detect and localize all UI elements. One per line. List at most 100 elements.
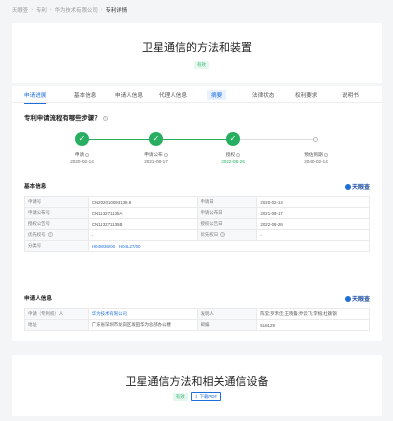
status-badge: 有效 bbox=[194, 61, 209, 69]
brand-text: 天眼查 bbox=[351, 185, 370, 191]
field-value: 2020-02-14 bbox=[256, 196, 370, 208]
step-pending-icon bbox=[313, 136, 318, 142]
tab-claims[interactable]: 权利要求 bbox=[295, 91, 317, 99]
tianyancha-logo-icon bbox=[344, 296, 351, 303]
applicant-link[interactable]: 华为技术有限公司 bbox=[87, 308, 198, 320]
related-patent-title[interactable]: 卫星通信方法和相关通信设备 bbox=[12, 373, 382, 389]
table-row: 地址 广东省深圳市龙岗区坂田华为总部办公楼 邮编 518129 bbox=[24, 319, 370, 331]
step-label: 授权 bbox=[225, 152, 236, 157]
timeline-step: 申请 2020-02-14 bbox=[52, 151, 112, 165]
field-value: - bbox=[256, 229, 370, 241]
basic-info-table: 申请号 CN202010093138.6 申请日 2020-02-14 申请公布… bbox=[24, 196, 371, 252]
progress-question-text: 专利申请流程有哪些步骤？ bbox=[24, 115, 101, 122]
help-icon[interactable]: ? bbox=[47, 232, 53, 238]
info-icon[interactable] bbox=[323, 152, 328, 157]
classification-link[interactable]: H04L27/00 bbox=[119, 244, 140, 249]
field-label: 申请日 bbox=[196, 196, 258, 208]
field-label: 优先权日? bbox=[196, 229, 258, 241]
field-value: 518129 bbox=[256, 319, 370, 331]
timeline-pending-line bbox=[240, 139, 315, 140]
breadcrumb-separator: › bbox=[49, 7, 52, 13]
divider bbox=[12, 416, 382, 421]
table-row: 申请公布号 CN113271135A 申请公布日 2021-08-17 bbox=[24, 207, 370, 219]
progress-question: 专利申请流程有哪些步骤？? bbox=[24, 113, 108, 122]
step-date: 2022-08-26 bbox=[221, 159, 245, 164]
tab-applicant[interactable]: 申请人信息 bbox=[115, 91, 143, 99]
breadcrumb-current: 专利详情 bbox=[105, 8, 128, 14]
applicant-info-table: 申请（专利权）人 华为技术有限公司 发明人 陈莹;罗禾佳;王晓鲁;乔云飞;李榕;… bbox=[24, 308, 370, 331]
table-row: 分类号 H04W36/00 H04L27/00 bbox=[24, 240, 371, 252]
field-label-text: 优先权日 bbox=[200, 232, 219, 237]
step-done-check-icon: ✓ bbox=[226, 132, 240, 146]
field-value: 2021-08-17 bbox=[256, 207, 370, 219]
field-value: 2022-08-26 bbox=[256, 218, 370, 230]
download-pdf-button[interactable]: ⇩ 下载PDF bbox=[190, 392, 222, 401]
field-label: 分类号 bbox=[24, 240, 89, 252]
info-icon[interactable] bbox=[236, 152, 241, 157]
field-label: 申请号 bbox=[24, 196, 89, 208]
status-badge: 有效 bbox=[172, 392, 188, 401]
tab-legal-status[interactable]: 法律状态 bbox=[252, 91, 274, 99]
patent-detail-panel: 申请进展 基本信息 申请人信息 代理人信息 摘要 法律状态 权利要求 说明书 专… bbox=[12, 86, 382, 341]
timeline-step: 授权 2022-08-26 bbox=[203, 151, 263, 165]
tianyancha-logo: 天眼查 bbox=[344, 182, 370, 191]
step-date: 2040-02-14 bbox=[304, 159, 328, 164]
field-label: 优先权号? bbox=[24, 229, 89, 241]
tab-agent[interactable]: 代理人信息 bbox=[159, 91, 187, 99]
step-label: 预估到期 bbox=[304, 152, 323, 157]
classification-values: H04W36/00 H04L27/00 bbox=[87, 240, 371, 252]
step-date: 2020-02-14 bbox=[70, 159, 94, 164]
field-label: 授权公告日 bbox=[196, 218, 258, 230]
brand-text: 天眼查 bbox=[351, 297, 370, 303]
field-label-text: 优先权号 bbox=[28, 232, 46, 237]
field-value: CN113271135B bbox=[87, 218, 198, 230]
tab-basic-info[interactable]: 基本信息 bbox=[74, 91, 96, 99]
field-value: 陈莹;罗禾佳;王晓鲁;乔云飞;李榕;杜颖钢 bbox=[256, 308, 370, 320]
patent-header: 卫星通信的方法和装置 有效 bbox=[12, 23, 382, 83]
breadcrumb-patent[interactable]: 专利 bbox=[36, 6, 47, 14]
table-row: 授权公告号 CN113271135B 授权公告日 2022-08-26 bbox=[24, 218, 370, 230]
breadcrumb: 天眼查 › 专利 › 华为技术有限公司 › 专利详情 bbox=[0, 0, 393, 20]
breadcrumb-company[interactable]: 华为技术有限公司 bbox=[55, 6, 98, 14]
classification-link[interactable]: H04W36/00 bbox=[92, 244, 115, 249]
table-row: 优先权号? - 优先权日? - bbox=[24, 229, 370, 241]
help-icon[interactable]: ? bbox=[102, 115, 108, 121]
step-label: 申请 bbox=[74, 152, 85, 157]
page-title: 卫星通信的方法和装置 bbox=[142, 42, 252, 54]
tab-description[interactable]: 说明书 bbox=[342, 91, 359, 99]
field-label: 发明人 bbox=[196, 308, 258, 320]
info-icon[interactable] bbox=[163, 152, 168, 157]
table-row: 申请（专利权）人 华为技术有限公司 发明人 陈莹;罗禾佳;王晓鲁;乔云飞;李榕;… bbox=[24, 308, 370, 320]
field-label: 地址 bbox=[24, 319, 89, 331]
related-patent-badges: 有效 ⇩ 下载PDF bbox=[12, 392, 382, 401]
field-label: 申请公布日 bbox=[196, 207, 258, 219]
field-value: CN202010093138.6 bbox=[87, 196, 198, 208]
help-icon[interactable]: ? bbox=[220, 232, 226, 238]
table-row: 申请号 CN202010093138.6 申请日 2020-02-14 bbox=[24, 196, 370, 208]
download-icon: ⇩ bbox=[194, 393, 199, 399]
field-label: 申请（专利权）人 bbox=[24, 308, 89, 320]
field-label: 申请公布号 bbox=[24, 207, 89, 219]
tab-progress[interactable]: 申请进展 bbox=[24, 91, 47, 104]
tab-abstract[interactable]: 摘要 bbox=[207, 90, 227, 100]
step-done-check-icon: ✓ bbox=[149, 132, 163, 146]
step-date: 2021-08-17 bbox=[144, 159, 168, 164]
tianyancha-logo: 天眼查 bbox=[344, 294, 370, 303]
field-value: CN113271135A bbox=[87, 207, 198, 219]
timeline-step: 申请公布 2021-08-17 bbox=[126, 151, 186, 165]
breadcrumb-home[interactable]: 天眼查 bbox=[12, 6, 28, 14]
tianyancha-logo-icon bbox=[344, 184, 351, 191]
download-pdf-label: 下载PDF bbox=[199, 393, 218, 399]
basic-info-title: 基本信息 bbox=[24, 184, 47, 190]
breadcrumb-separator: › bbox=[31, 7, 33, 13]
field-label: 邮编 bbox=[196, 319, 258, 331]
field-label: 授权公告号 bbox=[24, 218, 89, 230]
tab-bar: 申请进展 基本信息 申请人信息 代理人信息 摘要 法律状态 权利要求 说明书 bbox=[12, 86, 382, 104]
related-patent-card: 卫星通信方法和相关通信设备 有效 ⇩ 下载PDF bbox=[12, 355, 382, 421]
info-icon[interactable] bbox=[85, 152, 90, 157]
step-label: 申请公布 bbox=[144, 152, 163, 157]
step-done-check-icon: ✓ bbox=[75, 132, 89, 146]
field-value: - bbox=[87, 229, 198, 241]
breadcrumb-separator: › bbox=[100, 7, 103, 13]
field-value: 广东省深圳市龙岗区坂田华为总部办公楼 bbox=[87, 319, 198, 331]
